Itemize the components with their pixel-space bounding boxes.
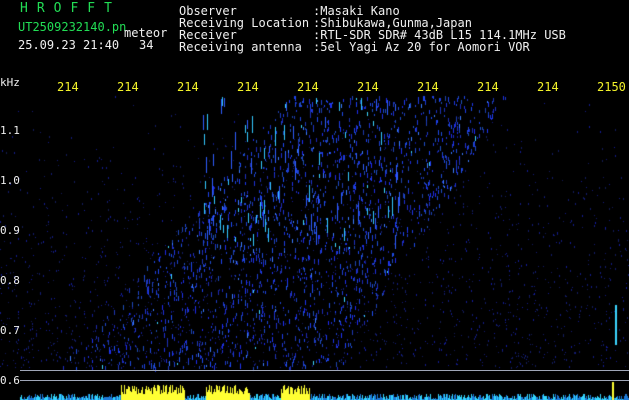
- x-tick-label: 214: [417, 80, 439, 94]
- count-label: 34: [139, 38, 154, 52]
- x-tick-label: 214: [57, 80, 79, 94]
- waterfall-spectrogram: [0, 0, 629, 400]
- x-tick-label: 214: [237, 80, 259, 94]
- y-axis-unit: kHz: [0, 76, 20, 89]
- x-tick-label: 214: [297, 80, 319, 94]
- antenna-label: Receiving antenna: [179, 40, 302, 54]
- x-tick-label: 214: [177, 80, 199, 94]
- x-tick-label: 214: [117, 80, 139, 94]
- filename-label: UT2509232140.pn: [18, 20, 127, 34]
- y-tick-label: 1.0: [0, 174, 20, 187]
- baseline-upper: [20, 370, 629, 371]
- x-tick-label: 2150: [597, 80, 626, 94]
- y-tick-label: 1.1: [0, 124, 20, 137]
- x-tick-label: 214: [477, 80, 499, 94]
- datetime-label: 25.09.23 21:40: [18, 38, 120, 52]
- x-tick-label: 214: [537, 80, 559, 94]
- y-tick-label: 0.8: [0, 274, 20, 287]
- y-tick-label: 0.6: [0, 374, 20, 387]
- baseline-lower: [20, 380, 629, 381]
- spectrogram-window: HROFFT UT2509232140.pn meteor 25.09.23 2…: [0, 0, 629, 400]
- brand-title: HROFFT: [20, 1, 121, 16]
- x-tick-label: 214: [357, 80, 379, 94]
- y-tick-label: 0.9: [0, 224, 20, 237]
- y-tick-label: 0.7: [0, 324, 20, 337]
- antenna-value: :5el Yagi Az 20 for Aomori VOR: [313, 40, 530, 54]
